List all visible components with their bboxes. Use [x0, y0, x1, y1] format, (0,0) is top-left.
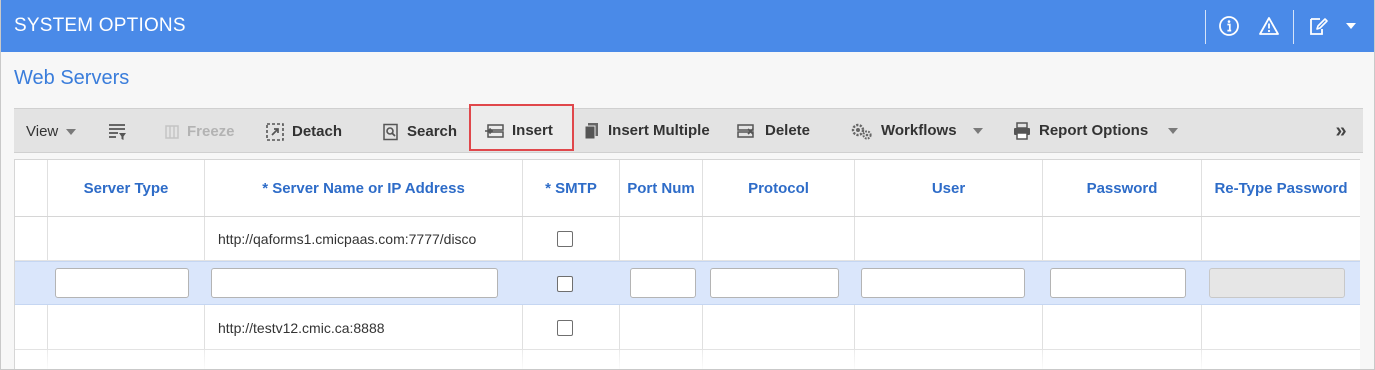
delete-button[interactable]: Delete	[736, 108, 810, 153]
report-options-menu-button[interactable]: Report Options	[1012, 108, 1179, 153]
password-input[interactable]	[1050, 268, 1186, 298]
edit-note-icon[interactable]	[1306, 14, 1330, 38]
workflows-menu-button[interactable]: Workflows	[850, 108, 983, 153]
detach-icon	[265, 122, 285, 142]
retype-password-input	[1209, 268, 1345, 298]
view-menu-button[interactable]: View	[26, 109, 77, 154]
delete-label: Delete	[765, 122, 811, 139]
view-label: View	[26, 123, 59, 140]
system-options-window: SYSTEM OPTIONS Web Servers View Freeze D…	[0, 0, 1375, 370]
smtp-checkbox[interactable]	[557, 231, 573, 247]
insert-row-icon	[485, 122, 505, 140]
insert-multiple-label: Insert Multiple	[608, 122, 710, 139]
server-type-input[interactable]	[55, 268, 189, 298]
freeze-button[interactable]: Freeze	[164, 109, 235, 154]
column-header-protocol[interactable]: Protocol	[703, 160, 854, 216]
warning-icon[interactable]	[1257, 14, 1281, 38]
window-title: SYSTEM OPTIONS	[14, 15, 186, 36]
info-icon[interactable]	[1217, 14, 1241, 38]
gears-icon	[850, 121, 874, 141]
column-header-server-type[interactable]: Server Type	[48, 160, 204, 216]
column-header-password[interactable]: Password	[1043, 160, 1201, 216]
dropdown-caret-icon[interactable]	[1339, 14, 1363, 38]
title-bar-divider	[1205, 10, 1206, 44]
table-row[interactable]: http://qaforms1.cmicpaas.com:7777/disco	[15, 217, 1360, 261]
search-button[interactable]: Search	[382, 109, 457, 154]
chevron-down-icon	[1168, 127, 1179, 134]
insert-multiple-icon	[583, 121, 601, 141]
port-num-input[interactable]	[630, 268, 696, 298]
column-header-server-name[interactable]: * Server Name or IP Address	[205, 160, 522, 216]
filter-list-button[interactable]	[107, 109, 127, 154]
freeze-icon	[164, 124, 180, 140]
workflows-label: Workflows	[881, 122, 957, 139]
insert-button[interactable]: Insert	[485, 108, 553, 153]
smtp-checkbox[interactable]	[557, 320, 573, 336]
column-header-smtp[interactable]: * SMTP	[523, 160, 619, 216]
delete-row-icon	[736, 122, 758, 140]
server-name-input[interactable]	[211, 268, 498, 298]
section-title: Web Servers	[14, 67, 130, 89]
insert-multiple-button[interactable]: Insert Multiple	[583, 108, 710, 153]
search-label: Search	[407, 123, 458, 140]
table-row-editing[interactable]	[15, 261, 1360, 305]
web-servers-grid: Server Type * Server Name or IP Address …	[14, 159, 1360, 369]
smtp-checkbox[interactable]	[557, 276, 573, 292]
protocol-input[interactable]	[710, 268, 839, 298]
printer-icon	[1012, 121, 1032, 140]
title-bar-divider	[1293, 10, 1294, 44]
chevron-down-icon	[66, 128, 77, 135]
freeze-label: Freeze	[187, 123, 235, 140]
report-options-label: Report Options	[1039, 122, 1149, 139]
detach-button[interactable]: Detach	[265, 109, 342, 154]
filter-list-icon	[107, 122, 127, 142]
column-header-port-num[interactable]: Port Num	[620, 160, 702, 216]
column-header-user[interactable]: User	[855, 160, 1042, 216]
more-tools-button[interactable]: »	[1326, 109, 1356, 154]
chevron-down-icon	[972, 127, 983, 134]
search-icon	[382, 123, 400, 141]
double-chevron-right-icon: »	[1335, 120, 1347, 142]
title-bar: SYSTEM OPTIONS	[1, 0, 1374, 52]
server-name-cell: http://qaforms1.cmicpaas.com:7777/disco	[218, 231, 477, 247]
column-header-retype-password[interactable]: Re-Type Password	[1202, 160, 1360, 216]
insert-label: Insert	[512, 122, 553, 139]
server-name-cell: http://testv12.cmic.ca:8888	[218, 320, 385, 336]
scroll-fade	[15, 350, 1360, 369]
detach-label: Detach	[292, 123, 343, 140]
table-row[interactable]: http://testv12.cmic.ca:8888	[15, 306, 1360, 350]
user-input[interactable]	[861, 268, 1025, 298]
